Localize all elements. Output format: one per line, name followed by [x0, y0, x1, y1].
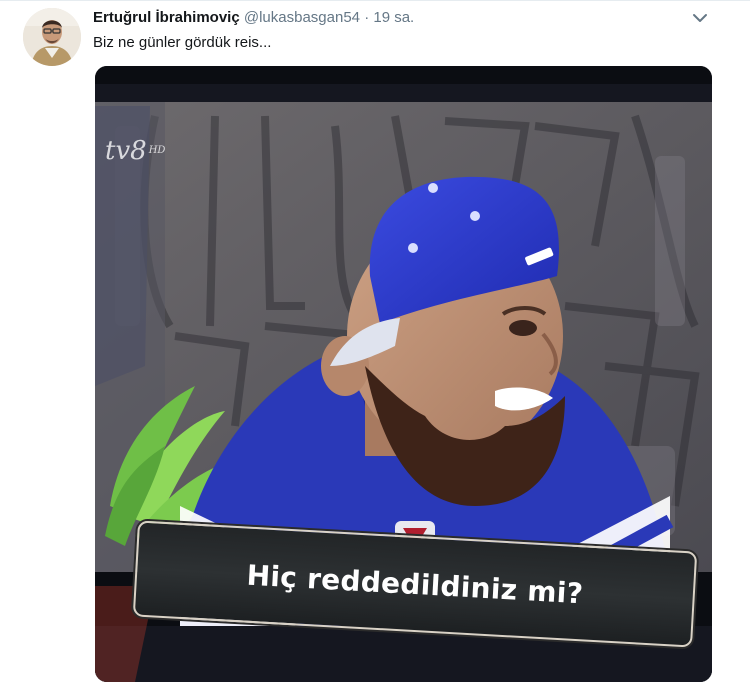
chevron-down-icon[interactable] [690, 10, 710, 26]
divider [0, 0, 750, 1]
channel-logo: tv8 HD [105, 138, 165, 164]
tweet[interactable]: Ertuğrul İbrahimoviç @lukasbasgan54 · 19… [0, 0, 750, 699]
channel-logo-suffix: HD [148, 145, 166, 156]
tweet-media[interactable]: tv8 HD Hiç reddedildiniz mi? [95, 66, 712, 682]
timestamp[interactable]: 19 sa. [373, 9, 414, 26]
separator-dot: · [364, 9, 370, 26]
channel-logo-main: tv8 [105, 136, 147, 166]
tweet-header: Ertuğrul İbrahimoviç @lukasbasgan54 · 19… [93, 8, 414, 28]
user-handle[interactable]: @lukasbasgan54 [244, 9, 360, 26]
avatar[interactable] [23, 8, 81, 66]
tweet-text: Biz ne günler gördük reis... [93, 34, 272, 51]
avatar-image [23, 8, 81, 66]
display-name[interactable]: Ertuğrul İbrahimoviç [93, 9, 240, 26]
